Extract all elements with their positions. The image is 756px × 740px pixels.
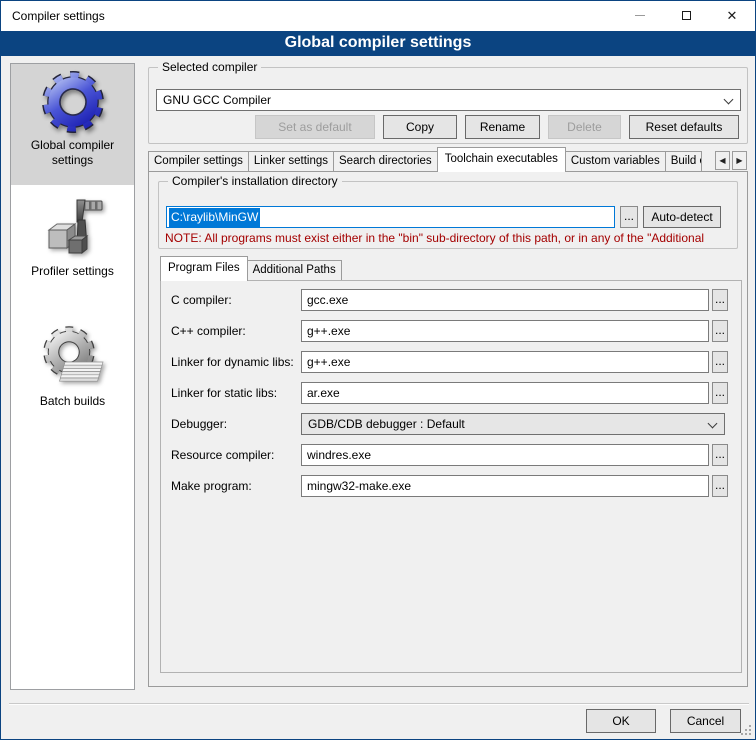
arrow-right-icon: ▶ [736, 156, 742, 165]
tab-scroll-left-button[interactable]: ◀ [715, 151, 730, 170]
make-program-browse-button[interactable]: ... [712, 475, 728, 497]
tab-linker-settings[interactable]: Linker settings [248, 151, 334, 172]
chevron-down-icon [708, 419, 718, 429]
maximize-button[interactable] [663, 1, 709, 30]
sidebar-item-label: Global compiler settings [11, 136, 134, 174]
settings-tabs: Compiler settings Linker settings Search… [148, 150, 701, 172]
make-program-input[interactable] [301, 475, 709, 497]
linker-static-browse-button[interactable]: ... [712, 382, 728, 404]
delete-button[interactable]: Delete [548, 115, 621, 139]
sidebar-item-global-compiler-settings[interactable]: Global compiler settings [11, 64, 134, 185]
cpp-compiler-label: C++ compiler: [171, 320, 246, 342]
maximize-icon [682, 11, 691, 20]
gray-gear-papers-icon [41, 326, 105, 390]
tab-additional-paths[interactable]: Additional Paths [247, 260, 342, 281]
tab-toolchain-executables[interactable]: Toolchain executables [437, 147, 566, 172]
tab-program-files[interactable]: Program Files [160, 256, 248, 281]
close-button[interactable]: ✕ [709, 1, 755, 30]
linker-dynamic-input[interactable] [301, 351, 709, 373]
cpp-compiler-input[interactable] [301, 320, 709, 342]
selected-compiler-group-label: Selected compiler [158, 60, 261, 74]
sidebar-item-label: Profiler settings [11, 262, 134, 285]
copy-button[interactable]: Copy [383, 115, 457, 139]
c-compiler-input[interactable] [301, 289, 709, 311]
settings-category-list: Global compiler settings Pr [10, 63, 135, 690]
linker-dynamic-label: Linker for dynamic libs: [171, 351, 294, 373]
close-icon: ✕ [727, 9, 738, 22]
installation-directory-group-label: Compiler's installation directory [168, 174, 342, 188]
blue-gear-icon [41, 70, 105, 134]
compiler-select-value: GNU GCC Compiler [163, 93, 271, 107]
make-program-label: Make program: [171, 475, 252, 497]
minimize-icon [635, 15, 645, 16]
linker-static-label: Linker for static libs: [171, 382, 277, 404]
program-files-tabs: Program Files Additional Paths [160, 258, 341, 281]
window-title: Compiler settings [12, 1, 105, 31]
rename-button[interactable]: Rename [465, 115, 540, 139]
resource-compiler-input[interactable] [301, 444, 709, 466]
debugger-select[interactable]: GDB/CDB debugger : Default [301, 413, 725, 435]
ok-button[interactable]: OK [586, 709, 656, 733]
debugger-select-value: GDB/CDB debugger : Default [308, 417, 465, 431]
compiler-select[interactable]: GNU GCC Compiler [156, 89, 741, 111]
tab-scroll-buttons: ◀ ▶ [715, 151, 747, 170]
linker-static-input[interactable] [301, 382, 709, 404]
linker-dynamic-browse-button[interactable]: ... [712, 351, 728, 373]
c-compiler-browse-button[interactable]: ... [712, 289, 728, 311]
resource-compiler-label: Resource compiler: [171, 444, 274, 466]
arrow-left-icon: ◀ [719, 156, 725, 165]
reset-defaults-button[interactable]: Reset defaults [629, 115, 739, 139]
c-compiler-label: C compiler: [171, 289, 232, 311]
auto-detect-button[interactable]: Auto-detect [643, 206, 721, 228]
tab-search-directories[interactable]: Search directories [333, 151, 438, 172]
sidebar-item-profiler-settings[interactable]: Profiler settings [11, 190, 134, 285]
minimize-button[interactable] [617, 1, 663, 30]
tab-custom-variables[interactable]: Custom variables [565, 151, 666, 172]
titlebar: Compiler settings ✕ [1, 1, 755, 31]
bin-subdirectory-note: NOTE: All programs must exist either in … [165, 231, 739, 247]
caliper-icon [41, 196, 105, 260]
cpp-compiler-browse-button[interactable]: ... [712, 320, 728, 342]
set-as-default-button[interactable]: Set as default [255, 115, 375, 139]
resize-grip[interactable] [740, 724, 751, 735]
sidebar-item-batch-builds[interactable]: Batch builds [11, 320, 134, 415]
sidebar-item-label: Batch builds [11, 392, 134, 415]
install-dir-input[interactable]: C:\raylib\MinGW [166, 206, 615, 228]
page-title: Global compiler settings [1, 31, 755, 56]
install-dir-selected-text: C:\raylib\MinGW [169, 208, 260, 227]
resource-compiler-browse-button[interactable]: ... [712, 444, 728, 466]
compiler-buttons-row: Set as default Copy Rename Delete Reset … [255, 115, 739, 139]
chevron-down-icon [724, 95, 734, 105]
debugger-label: Debugger: [171, 413, 227, 435]
compiler-settings-window: Compiler settings ✕ Global compiler sett… [0, 0, 756, 740]
footer-separator [9, 703, 749, 705]
tab-build-options[interactable]: Build options [665, 151, 702, 172]
install-dir-browse-button[interactable]: ... [620, 206, 638, 228]
tab-compiler-settings[interactable]: Compiler settings [148, 151, 249, 172]
cancel-button[interactable]: Cancel [670, 709, 741, 733]
tab-scroll-right-button[interactable]: ▶ [732, 151, 747, 170]
